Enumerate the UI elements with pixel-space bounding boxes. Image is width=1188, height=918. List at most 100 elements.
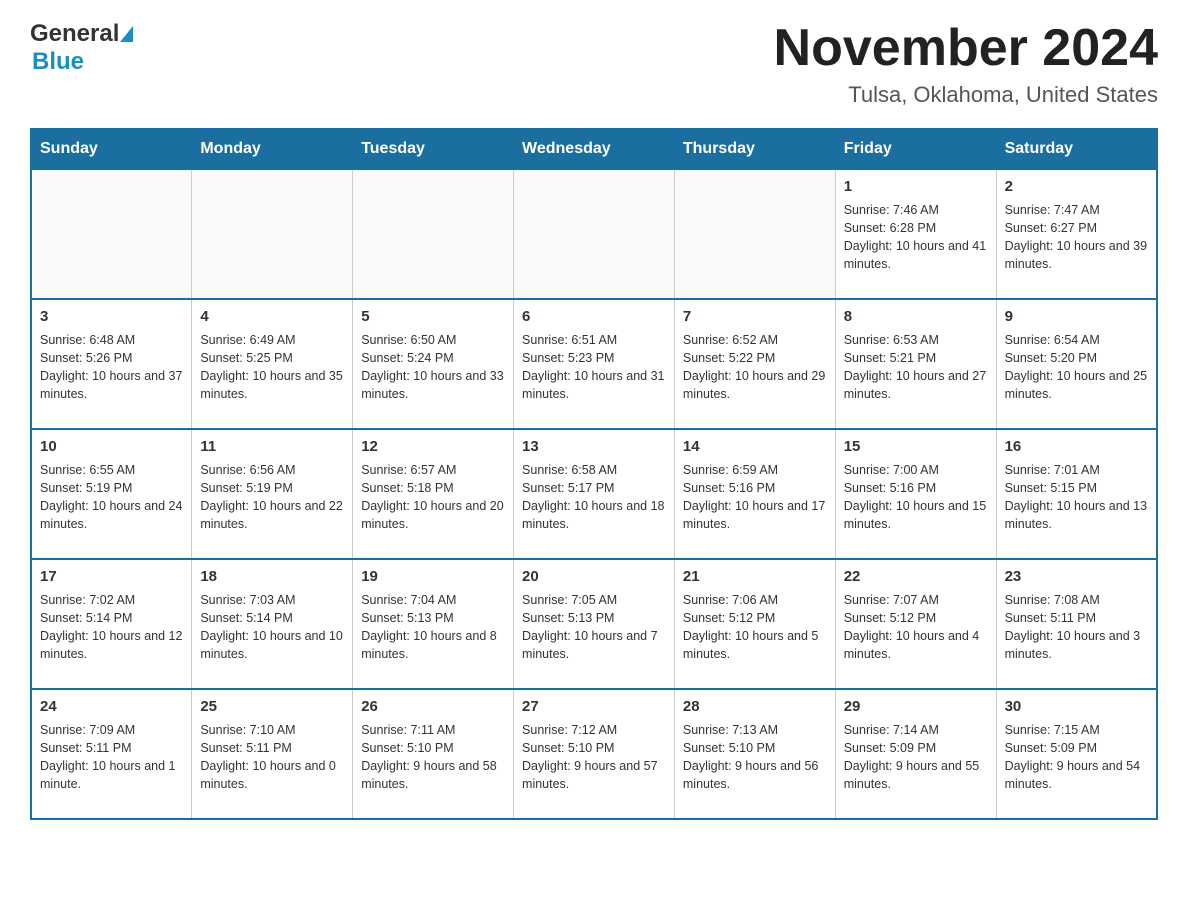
day-info-line: Daylight: 10 hours and 0 minutes. — [200, 757, 344, 793]
day-info-line: Sunrise: 7:09 AM — [40, 721, 183, 739]
day-info-line: Daylight: 9 hours and 55 minutes. — [844, 757, 988, 793]
day-info-line: Sunset: 5:18 PM — [361, 479, 505, 497]
day-info-line: Sunrise: 7:03 AM — [200, 591, 344, 609]
day-info-line: Sunset: 5:10 PM — [361, 739, 505, 757]
day-info-line: Sunrise: 6:49 AM — [200, 331, 344, 349]
weekday-header-wednesday: Wednesday — [514, 129, 675, 169]
day-info-line: Sunset: 5:21 PM — [844, 349, 988, 367]
day-info-line: Sunset: 5:22 PM — [683, 349, 827, 367]
day-number: 17 — [40, 566, 183, 588]
calendar-day-cell: 17 Sunrise: 7:02 AMSunset: 5:14 PMDayligh… — [31, 559, 192, 689]
day-info-line: Sunset: 5:15 PM — [1005, 479, 1148, 497]
day-number: 5 — [361, 306, 505, 328]
day-info-line: Sunset: 5:11 PM — [1005, 609, 1148, 627]
day-info-line: Sunset: 5:17 PM — [522, 479, 666, 497]
calendar-day-cell: 13Sunrise: 6:58 AMSunset: 5:17 PMDayligh… — [514, 429, 675, 559]
day-info-line: Sunset: 5:14 PM — [40, 609, 183, 627]
day-number: 8 — [844, 306, 988, 328]
day-info-line: Daylight: 10 hours and 29 minutes. — [683, 367, 827, 403]
calendar-day-cell: 1Sunrise: 7:46 AMSunset: 6:28 PMDaylight… — [835, 169, 996, 299]
logo-blue-text: Blue — [32, 48, 84, 76]
day-number: 2 — [1005, 176, 1148, 198]
day-info-line: Daylight: 10 hours and 12 minutes. — [40, 627, 183, 663]
day-info-line: Sunset: 5:13 PM — [361, 609, 505, 627]
day-info-line: Sunrise: 7:13 AM — [683, 721, 827, 739]
weekday-header-monday: Monday — [192, 129, 353, 169]
day-info-line: Sunset: 5:20 PM — [1005, 349, 1148, 367]
day-info-line: Sunrise: 7:05 AM — [522, 591, 666, 609]
day-number: 4 — [200, 306, 344, 328]
day-info-line: Daylight: 10 hours and 3 minutes. — [1005, 627, 1148, 663]
day-number: 13 — [522, 436, 666, 458]
day-info-line: Daylight: 10 hours and 41 minutes. — [844, 237, 988, 273]
day-info-line: Sunrise: 6:51 AM — [522, 331, 666, 349]
day-info-line: Sunrise: 6:59 AM — [683, 461, 827, 479]
calendar-title: November 2024 — [774, 20, 1158, 77]
day-info-line: Daylight: 10 hours and 27 minutes. — [844, 367, 988, 403]
day-info-line: Daylight: 10 hours and 15 minutes. — [844, 497, 988, 533]
day-number: 12 — [361, 436, 505, 458]
day-info-line: Sunrise: 7:08 AM — [1005, 591, 1148, 609]
day-info-line: Sunrise: 6:52 AM — [683, 331, 827, 349]
day-info-line: Sunset: 5:26 PM — [40, 349, 183, 367]
day-info-line: Sunset: 6:28 PM — [844, 219, 988, 237]
calendar-day-cell: 28Sunrise: 7:13 AMSunset: 5:10 PMDayligh… — [674, 689, 835, 819]
day-info-line: Sunrise: 7:01 AM — [1005, 461, 1148, 479]
day-number: 18 — [200, 566, 344, 588]
day-info-line: Daylight: 10 hours and 39 minutes. — [1005, 237, 1148, 273]
day-info-line: Daylight: 10 hours and 24 minutes. — [40, 497, 183, 533]
day-info-line: Sunset: 6:27 PM — [1005, 219, 1148, 237]
day-info-line: Sunset: 5:13 PM — [522, 609, 666, 627]
calendar-table: SundayMondayTuesdayWednesdayThursdayFrid… — [30, 128, 1158, 820]
calendar-day-cell: 21Sunrise: 7:06 AMSunset: 5:12 PMDayligh… — [674, 559, 835, 689]
day-info-line: Daylight: 9 hours and 58 minutes. — [361, 757, 505, 793]
calendar-day-cell — [514, 169, 675, 299]
day-number: 20 — [522, 566, 666, 588]
day-info-line: Daylight: 10 hours and 8 minutes. — [361, 627, 505, 663]
day-info-line: Sunrise: 6:58 AM — [522, 461, 666, 479]
day-number: 14 — [683, 436, 827, 458]
day-info-line: Daylight: 10 hours and 7 minutes. — [522, 627, 666, 663]
calendar-day-cell: 11Sunrise: 6:56 AMSunset: 5:19 PMDayligh… — [192, 429, 353, 559]
calendar-day-cell — [353, 169, 514, 299]
day-number: 29 — [844, 696, 988, 718]
day-info-line: Sunrise: 7:14 AM — [844, 721, 988, 739]
page-header: General Blue November 2024 Tulsa, Oklaho… — [30, 20, 1158, 108]
calendar-day-cell — [192, 169, 353, 299]
day-info-line: Sunrise: 6:55 AM — [40, 461, 183, 479]
calendar-day-cell: 23Sunrise: 7:08 AMSunset: 5:11 PMDayligh… — [996, 559, 1157, 689]
day-info-line: Sunrise: 6:50 AM — [361, 331, 505, 349]
day-number: 15 — [844, 436, 988, 458]
day-info-line: Sunrise: 7:00 AM — [844, 461, 988, 479]
day-number: 25 — [200, 696, 344, 718]
day-info-line: Sunset: 5:24 PM — [361, 349, 505, 367]
calendar-day-cell: 5Sunrise: 6:50 AMSunset: 5:24 PMDaylight… — [353, 299, 514, 429]
day-info-line: Daylight: 10 hours and 20 minutes. — [361, 497, 505, 533]
day-info-line: Daylight: 10 hours and 1 minute. — [40, 757, 183, 793]
calendar-week-row: 3Sunrise: 6:48 AMSunset: 5:26 PMDaylight… — [31, 299, 1157, 429]
day-info-line: Sunrise: 7:07 AM — [844, 591, 988, 609]
day-info-line: Daylight: 10 hours and 25 minutes. — [1005, 367, 1148, 403]
calendar-day-cell: 14Sunrise: 6:59 AMSunset: 5:16 PMDayligh… — [674, 429, 835, 559]
day-info-line: Sunrise: 7:47 AM — [1005, 201, 1148, 219]
day-number: 28 — [683, 696, 827, 718]
calendar-day-cell: 30Sunrise: 7:15 AMSunset: 5:09 PMDayligh… — [996, 689, 1157, 819]
calendar-week-row: 10Sunrise: 6:55 AMSunset: 5:19 PMDayligh… — [31, 429, 1157, 559]
calendar-day-cell: 19Sunrise: 7:04 AMSunset: 5:13 PMDayligh… — [353, 559, 514, 689]
calendar-day-cell: 2 Sunrise: 7:47 AMSunset: 6:27 PMDaylight… — [996, 169, 1157, 299]
calendar-day-cell: 22Sunrise: 7:07 AMSunset: 5:12 PMDayligh… — [835, 559, 996, 689]
calendar-week-row: 24Sunrise: 7:09 AMSunset: 5:11 PMDayligh… — [31, 689, 1157, 819]
day-info-line: Daylight: 10 hours and 10 minutes. — [200, 627, 344, 663]
calendar-day-cell: 12Sunrise: 6:57 AMSunset: 5:18 PMDayligh… — [353, 429, 514, 559]
day-number: 11 — [200, 436, 344, 458]
day-number: 1 — [844, 176, 988, 198]
day-info-line: Sunset: 5:12 PM — [683, 609, 827, 627]
day-info-line: Daylight: 9 hours and 54 minutes. — [1005, 757, 1148, 793]
day-number: 30 — [1005, 696, 1148, 718]
day-info-line: Daylight: 10 hours and 13 minutes. — [1005, 497, 1148, 533]
day-info-line: Sunset: 5:09 PM — [844, 739, 988, 757]
day-info-line: Sunrise: 7:02 AM — [40, 591, 183, 609]
day-number: 10 — [40, 436, 183, 458]
day-info-line: Sunset: 5:19 PM — [40, 479, 183, 497]
weekday-header-tuesday: Tuesday — [353, 129, 514, 169]
